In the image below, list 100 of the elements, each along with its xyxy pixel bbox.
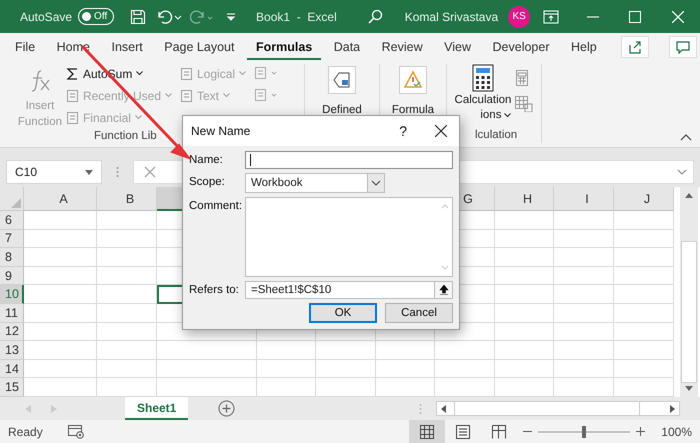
horizontal-scrollbar[interactable] bbox=[436, 401, 680, 416]
row-header[interactable]: 14 bbox=[0, 360, 24, 378]
grid-cell[interactable] bbox=[614, 230, 674, 248]
undo-icon[interactable] bbox=[156, 8, 182, 24]
grid-cell[interactable] bbox=[554, 341, 614, 360]
zoom-slider-thumb[interactable] bbox=[582, 426, 586, 438]
grid-cell[interactable] bbox=[614, 360, 674, 378]
grid-cell[interactable] bbox=[554, 322, 614, 342]
column-header[interactable]: J bbox=[614, 187, 674, 211]
grid-cell[interactable] bbox=[554, 304, 614, 323]
previous-sheet-icon[interactable] bbox=[25, 404, 31, 412]
name-box[interactable]: C10 bbox=[6, 160, 102, 184]
grid-cell[interactable] bbox=[97, 230, 157, 248]
grid-cell[interactable] bbox=[24, 304, 97, 323]
normal-view-button[interactable] bbox=[409, 420, 446, 443]
grid-cell[interactable] bbox=[24, 322, 97, 342]
grid-cell[interactable] bbox=[495, 360, 554, 378]
grid-cell[interactable] bbox=[614, 211, 674, 230]
grid-cell[interactable] bbox=[614, 248, 674, 267]
grid-cell[interactable] bbox=[97, 211, 157, 230]
scroll-down-icon[interactable] bbox=[685, 386, 693, 391]
grid-cell[interactable] bbox=[257, 341, 316, 360]
grid-cell[interactable] bbox=[495, 322, 554, 342]
collapse-dialog-button[interactable] bbox=[434, 282, 452, 298]
cancel-button[interactable]: Cancel bbox=[385, 303, 453, 323]
row-header[interactable]: 11 bbox=[0, 304, 24, 323]
grid-cell[interactable] bbox=[495, 248, 554, 267]
next-sheet-icon[interactable] bbox=[51, 404, 57, 412]
grid-cell[interactable] bbox=[24, 211, 97, 230]
cancel-icon[interactable] bbox=[144, 166, 156, 178]
row-header[interactable]: 10 bbox=[0, 285, 24, 304]
row-header[interactable]: 8 bbox=[0, 248, 24, 267]
grid-cell[interactable] bbox=[316, 341, 376, 360]
vertical-scrollbar[interactable] bbox=[680, 187, 698, 397]
row-header[interactable]: 12 bbox=[0, 322, 24, 342]
grid-cell[interactable] bbox=[97, 322, 157, 342]
grid-cell[interactable] bbox=[376, 360, 435, 378]
comments-button[interactable] bbox=[669, 36, 697, 58]
column-header[interactable]: I bbox=[554, 187, 614, 211]
help-button[interactable]: ? bbox=[399, 123, 407, 139]
grid-cell[interactable] bbox=[24, 248, 97, 267]
grid-cell[interactable] bbox=[97, 266, 157, 286]
grid-cell[interactable] bbox=[614, 341, 674, 360]
ribbon-tab[interactable]: Insert bbox=[102, 33, 152, 60]
grid-cell[interactable] bbox=[257, 360, 316, 378]
close-icon[interactable] bbox=[435, 125, 447, 137]
collapse-ribbon-icon[interactable] bbox=[680, 133, 692, 141]
grid-cell[interactable] bbox=[554, 285, 614, 304]
grid-cell[interactable] bbox=[316, 360, 376, 378]
grid-cell[interactable] bbox=[97, 341, 157, 360]
ribbon-tab[interactable]: Data bbox=[324, 33, 370, 60]
ok-button[interactable]: OK bbox=[309, 303, 377, 323]
row-header[interactable]: 13 bbox=[0, 341, 24, 360]
column-header[interactable]: H bbox=[495, 187, 554, 211]
row-header[interactable]: 7 bbox=[0, 230, 24, 248]
grid-cell[interactable] bbox=[97, 248, 157, 267]
search-icon[interactable] bbox=[366, 8, 383, 24]
save-icon[interactable] bbox=[130, 8, 146, 24]
select-all-corner[interactable] bbox=[0, 187, 24, 211]
ribbon-tab[interactable]: Help bbox=[562, 33, 606, 60]
expand-icon[interactable] bbox=[677, 169, 687, 175]
grid-cell[interactable] bbox=[24, 230, 97, 248]
ribbon-tab[interactable]: Developer bbox=[484, 33, 558, 60]
sheet-tab[interactable]: Sheet1 bbox=[125, 397, 188, 420]
ribbon-tab[interactable]: File bbox=[6, 33, 44, 60]
name-input[interactable] bbox=[245, 151, 453, 169]
share-button[interactable] bbox=[621, 36, 649, 58]
grid-cell[interactable] bbox=[495, 211, 554, 230]
grid-cell[interactable] bbox=[495, 266, 554, 286]
grid-cell[interactable] bbox=[435, 360, 495, 378]
refers-to-input[interactable]: =Sheet1!$C$10 bbox=[245, 281, 453, 299]
grid-cell[interactable] bbox=[24, 341, 97, 360]
grid-cell[interactable] bbox=[376, 341, 435, 360]
grid-cell[interactable] bbox=[97, 285, 157, 304]
grid-cell[interactable] bbox=[614, 322, 674, 342]
scrollbar-thumb[interactable] bbox=[681, 241, 697, 383]
customize-icon[interactable] bbox=[226, 10, 236, 22]
grid-cell[interactable] bbox=[24, 360, 97, 378]
ribbon-display-icon[interactable] bbox=[543, 10, 559, 24]
grid-cell[interactable] bbox=[157, 360, 257, 378]
grid-cell[interactable] bbox=[554, 211, 614, 230]
defined-names-button[interactable]: Defined bbox=[316, 64, 368, 118]
ribbon-tab[interactable]: Review bbox=[372, 33, 432, 60]
grid-cell[interactable] bbox=[554, 248, 614, 267]
maximize-icon[interactable] bbox=[629, 10, 641, 22]
accessibility-icon[interactable] bbox=[68, 424, 84, 438]
row-header[interactable]: 15 bbox=[0, 378, 24, 397]
scroll-up-icon[interactable] bbox=[685, 193, 693, 198]
ribbon-tab[interactable]: View bbox=[435, 33, 480, 60]
calculate-sheet-icon[interactable] bbox=[515, 96, 534, 112]
grid-cell[interactable] bbox=[157, 341, 257, 360]
grid-cell[interactable] bbox=[495, 304, 554, 323]
row-header[interactable]: 9 bbox=[0, 266, 24, 286]
grid-cell[interactable] bbox=[435, 341, 495, 360]
grid-cell[interactable] bbox=[554, 360, 614, 378]
column-header[interactable]: B bbox=[97, 187, 157, 211]
autosave-toggle[interactable]: Off bbox=[78, 8, 114, 25]
grid-cell[interactable] bbox=[614, 285, 674, 304]
grid-cell[interactable] bbox=[495, 341, 554, 360]
grid-cell[interactable] bbox=[24, 285, 97, 304]
